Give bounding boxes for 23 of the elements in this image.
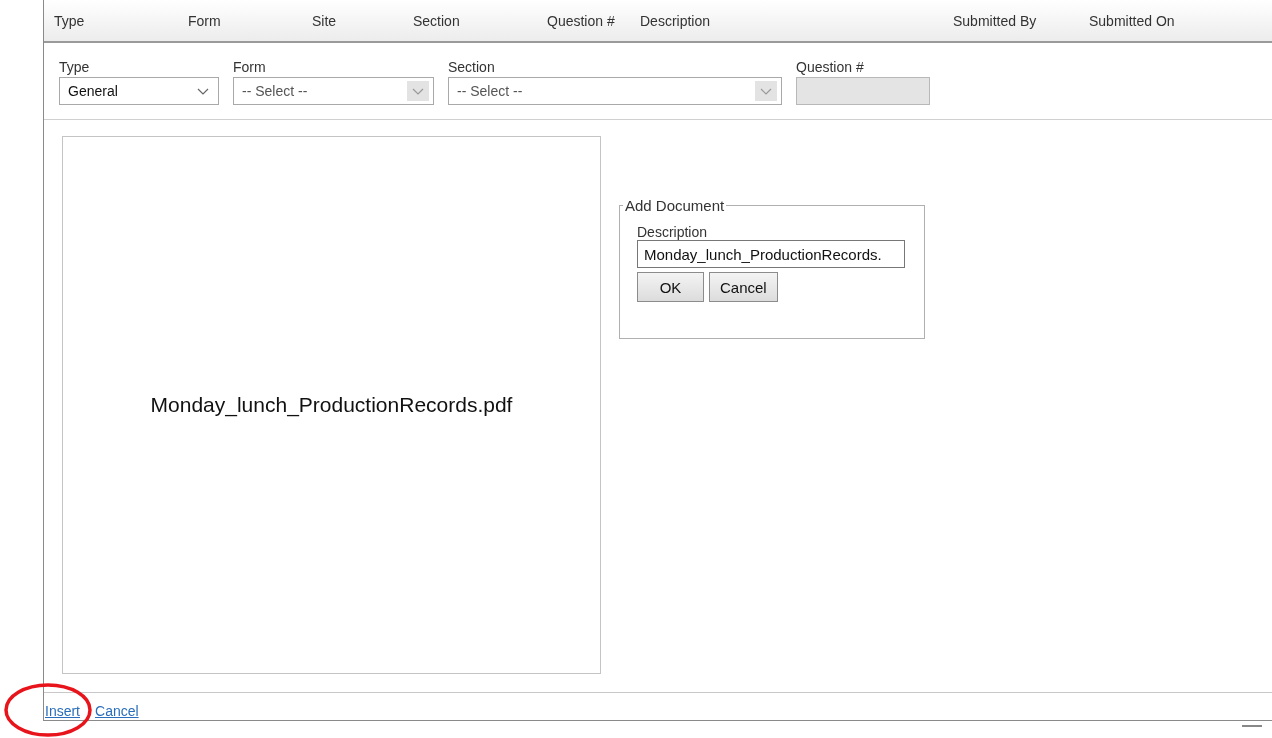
cancel-link[interactable]: Cancel <box>95 703 139 720</box>
column-header[interactable]: Site <box>312 12 413 29</box>
field-label: Type <box>59 59 91 75</box>
column-header[interactable]: Form <box>188 12 312 29</box>
panel-title: Add Document <box>624 197 726 214</box>
column-header[interactable]: Submitted By <box>953 12 1089 29</box>
field-label: Form <box>233 59 267 75</box>
insert-link[interactable]: Insert <box>45 703 80 720</box>
field-label: Description <box>637 224 709 240</box>
ok-button[interactable]: OK <box>637 272 704 302</box>
chevron-down-icon <box>755 81 777 101</box>
column-header[interactable]: Type <box>54 12 188 29</box>
field-label: Section <box>448 59 496 75</box>
column-header[interactable]: Submitted On <box>1089 12 1272 29</box>
dropdown[interactable]: General <box>59 77 219 105</box>
cancel-button[interactable]: Cancel <box>709 272 778 302</box>
column-header[interactable]: Question # <box>547 12 640 29</box>
column-header[interactable]: Description <box>640 12 953 29</box>
file-name: Monday_lunch_ProductionRecords.pdf <box>150 393 513 417</box>
chevron-down-icon <box>407 81 429 101</box>
description-field[interactable]: Monday_lunch_ProductionRecords. <box>637 240 905 268</box>
column-header[interactable]: Section <box>413 12 547 29</box>
field-label: Question # <box>796 59 865 75</box>
